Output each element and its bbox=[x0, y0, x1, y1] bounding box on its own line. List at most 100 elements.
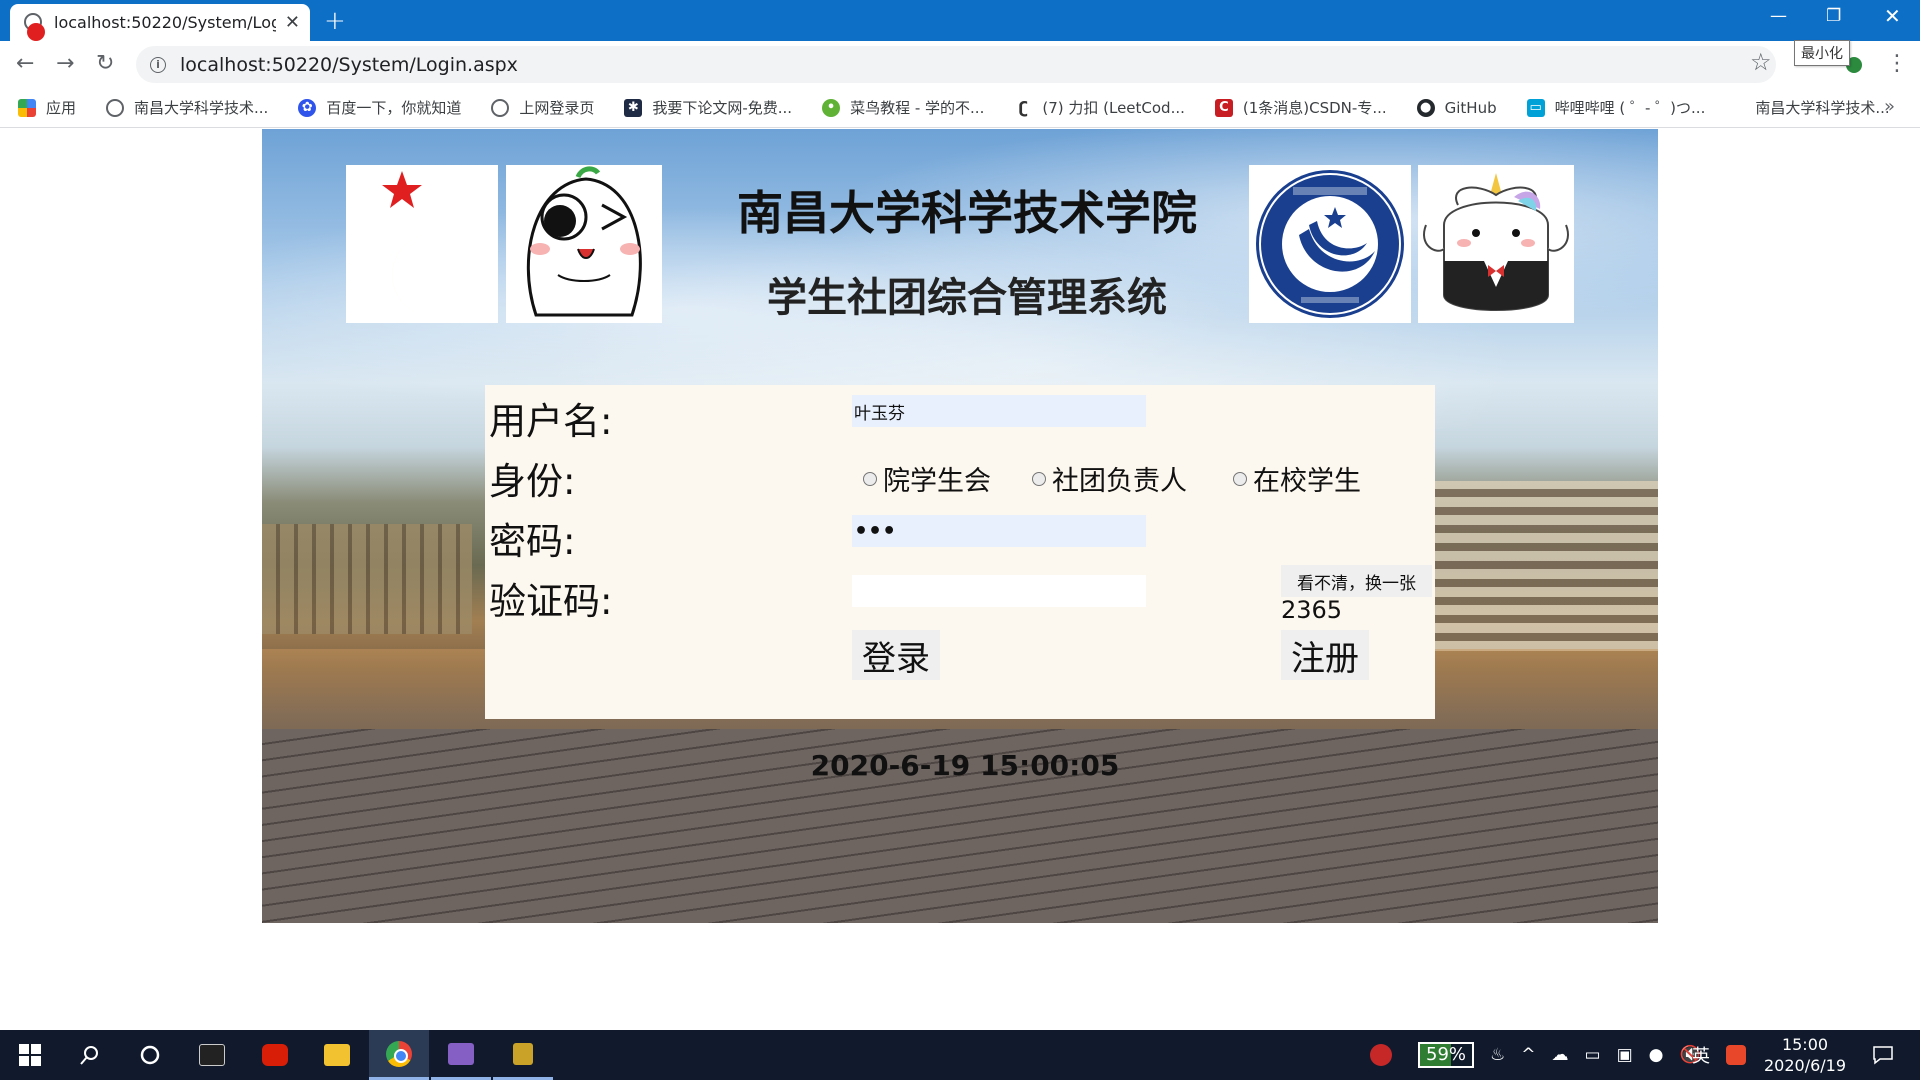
notification-icon bbox=[1873, 1046, 1893, 1065]
search-button[interactable] bbox=[60, 1030, 120, 1080]
chrome-icon bbox=[386, 1040, 412, 1067]
captcha-input[interactable] bbox=[852, 575, 1146, 607]
chrome-taskbar-button[interactable] bbox=[369, 1030, 429, 1080]
globe-icon bbox=[491, 98, 510, 117]
username-label: 用户名: bbox=[489, 400, 613, 443]
bookmark-ncu-college-2[interactable]: 南昌大学科学技术... bbox=[1755, 97, 1889, 118]
browser-tab[interactable]: localhost:50220/System/Login.aspx ✕ bbox=[10, 4, 310, 41]
cortana-button[interactable] bbox=[120, 1030, 180, 1080]
tray-app-icon[interactable] bbox=[1370, 1030, 1392, 1080]
github-icon: ● bbox=[1416, 98, 1435, 117]
bookmark-csdn[interactable]: C (1条消息)CSDN-专... bbox=[1214, 97, 1387, 118]
flame-icon[interactable]: ♨ bbox=[1490, 1045, 1505, 1065]
start-button[interactable] bbox=[0, 1030, 60, 1080]
windows-taskbar: 59% ♨ ^ ☁ ▭ ▣ ● 🔇 英 15:00 2020/6/19 bbox=[0, 1030, 1920, 1080]
login-page: 南昌大学科学技术学院 学生社团综合管理系统 用户名: 叶玉芬 身份: 院学生会 … bbox=[262, 129, 1658, 923]
bookmark-ncu-college[interactable]: 南昌大学科学技术... bbox=[106, 97, 268, 118]
address-url: localhost:50220/System/Login.aspx bbox=[180, 53, 518, 76]
clock-date: 2020/6/19 bbox=[1763, 1056, 1847, 1075]
windows-logo-icon bbox=[19, 1044, 41, 1066]
forward-button[interactable]: → bbox=[56, 51, 74, 76]
tab-close-icon[interactable]: ✕ bbox=[285, 12, 300, 33]
csdn-icon: C bbox=[1214, 98, 1233, 117]
role-radio-club-leader[interactable]: 社团负责人 bbox=[1032, 459, 1187, 498]
apps-grid-icon bbox=[18, 98, 36, 117]
role-radio-student-union[interactable]: 院学生会 bbox=[863, 459, 991, 498]
sogou-ime-icon[interactable] bbox=[1726, 1030, 1746, 1080]
netease-music-icon bbox=[262, 1044, 288, 1066]
tab-title: localhost:50220/System/Login.aspx bbox=[54, 13, 276, 32]
browser-menu-icon[interactable]: ⋮ bbox=[1886, 51, 1908, 76]
bookmark-baidu[interactable]: ✿ 百度一下，你就知道 bbox=[298, 97, 461, 118]
register-button[interactable]: 注册 bbox=[1281, 630, 1369, 680]
bookmark-bilibili[interactable]: ▭ 哔哩哔哩 ( ゜- ゜)つ... bbox=[1526, 97, 1705, 118]
bookmark-login-page[interactable]: 上网登录页 bbox=[491, 97, 594, 118]
terminal-app-button[interactable] bbox=[182, 1030, 242, 1080]
username-input[interactable] bbox=[852, 395, 1146, 427]
window-close-button[interactable]: ✕ bbox=[1884, 4, 1901, 28]
radio-circle-icon bbox=[1233, 471, 1247, 486]
battery-percent: 59% bbox=[1426, 1044, 1467, 1065]
bookmark-github[interactable]: ● GitHub bbox=[1416, 98, 1497, 117]
reload-button[interactable]: ↻ bbox=[96, 51, 114, 76]
folder-icon bbox=[324, 1044, 350, 1066]
chevron-up-icon[interactable]: ^ bbox=[1521, 1045, 1535, 1065]
cloud-icon[interactable]: ☁ bbox=[1552, 1045, 1569, 1065]
new-tab-button[interactable]: + bbox=[324, 6, 346, 36]
password-label: 密码: bbox=[489, 520, 576, 563]
bookmarks-bar: 应用 南昌大学科学技术... ✿ 百度一下，你就知道 上网登录页 ✱ 我要下论文网-… bbox=[0, 88, 1920, 128]
page-favicon-icon bbox=[24, 12, 45, 41]
university-seal-logo bbox=[1249, 165, 1411, 323]
background-building-left bbox=[262, 524, 472, 634]
input-language-indicator[interactable]: 英 bbox=[1692, 1030, 1710, 1080]
taskbar-clock[interactable]: 15:00 2020/6/19 bbox=[1760, 1034, 1850, 1076]
browser-toolbar: ← → ↻ i localhost:50220/System/Login.asp… bbox=[0, 41, 1920, 88]
more-bookmarks-icon[interactable]: » bbox=[1884, 96, 1895, 117]
cortana-circle-icon bbox=[140, 1045, 160, 1065]
bookmark-leetcode[interactable]: ʗ (7) 力扣 (LeetCod... bbox=[1014, 97, 1185, 118]
cat-icon: ✱ bbox=[624, 98, 643, 117]
tools-icon bbox=[513, 1042, 533, 1065]
red-ball-icon bbox=[1370, 1044, 1392, 1066]
visual-studio-icon bbox=[448, 1042, 474, 1065]
netease-music-button[interactable] bbox=[245, 1030, 305, 1080]
captcha-code-text: 2365 bbox=[1281, 596, 1343, 624]
login-button[interactable]: 登录 bbox=[852, 630, 940, 680]
bookmark-paper-site[interactable]: ✱ 我要下论文网-免费... bbox=[624, 97, 792, 118]
bilibili-icon: ▭ bbox=[1526, 98, 1545, 117]
battery-icon[interactable]: ▭ bbox=[1585, 1045, 1601, 1065]
bookmark-apps[interactable]: 应用 bbox=[18, 97, 76, 118]
window-restore-button[interactable]: ❐ bbox=[1826, 6, 1841, 26]
visual-studio-button[interactable] bbox=[431, 1030, 491, 1080]
refresh-captcha-button[interactable]: 看不清，换一张 bbox=[1281, 565, 1432, 597]
baidu-paw-icon: ✿ bbox=[298, 98, 317, 117]
notification-center-button[interactable] bbox=[1858, 1030, 1908, 1080]
tools-app-button[interactable] bbox=[493, 1030, 553, 1080]
radio-circle-icon bbox=[1032, 471, 1046, 486]
role-radio-student[interactable]: 在校学生 bbox=[1233, 459, 1361, 498]
unicorn-mascot-image bbox=[1418, 165, 1574, 323]
address-bar[interactable]: i localhost:50220/System/Login.aspx bbox=[136, 46, 1776, 83]
back-button[interactable]: ← bbox=[16, 51, 34, 76]
qq-icon[interactable]: ● bbox=[1649, 1045, 1664, 1065]
file-explorer-button[interactable] bbox=[307, 1030, 367, 1080]
battery-indicator[interactable]: 59% bbox=[1418, 1030, 1475, 1080]
runoob-icon: • bbox=[822, 98, 841, 117]
globe-icon bbox=[106, 98, 125, 117]
bookmark-runoob[interactable]: • 菜鸟教程 - 学的不... bbox=[822, 97, 984, 118]
site-info-icon[interactable]: i bbox=[150, 56, 166, 73]
background-building-right bbox=[1432, 481, 1658, 651]
search-icon bbox=[80, 1046, 98, 1065]
bookmark-star-icon[interactable]: ☆ bbox=[1750, 48, 1772, 76]
browser-title-bar: localhost:50220/System/Login.aspx ✕ + — … bbox=[0, 0, 1920, 41]
password-input[interactable] bbox=[852, 515, 1146, 547]
login-form: 用户名: 身份: 院学生会 社团负责人 在校学生 密码: 验证码: 看不清，换一… bbox=[485, 385, 1435, 719]
role-label: 身份: bbox=[489, 460, 576, 503]
current-datetime: 2020-6-19 15:00:05 bbox=[810, 749, 1120, 782]
network-icon[interactable]: ▣ bbox=[1617, 1045, 1633, 1065]
window-minimize-button[interactable]: — bbox=[1770, 6, 1787, 26]
terminal-icon bbox=[199, 1044, 225, 1066]
clock-time: 15:00 bbox=[1781, 1035, 1829, 1054]
radio-circle-icon bbox=[863, 471, 877, 486]
minimize-tooltip: 最小化 bbox=[1794, 40, 1850, 66]
